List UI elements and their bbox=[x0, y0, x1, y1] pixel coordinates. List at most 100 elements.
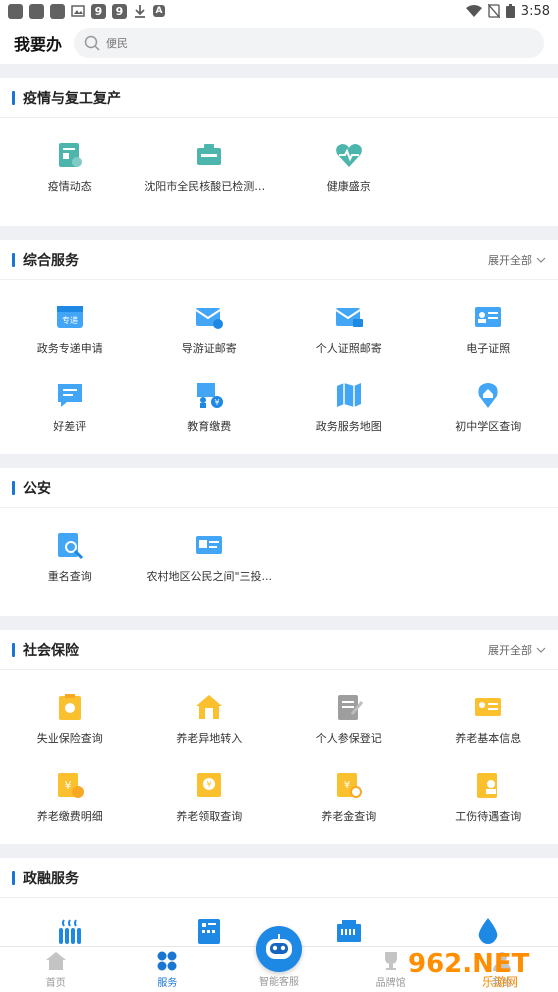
robot-icon bbox=[266, 934, 292, 959]
service-item-pension-info[interactable]: 养老基本信息 bbox=[419, 680, 558, 758]
service-item-education-pay[interactable]: ¥ 教育缴费 bbox=[140, 368, 280, 446]
service-item-insurance-register[interactable]: 个人参保登记 bbox=[279, 680, 419, 758]
personal-mail-icon bbox=[335, 308, 363, 327]
service-item-pension-receive[interactable]: ¥ 养老领取查询 bbox=[140, 758, 280, 836]
a-icon: A bbox=[153, 5, 165, 17]
service-item-nucleic-test[interactable]: 沈阳市全民核酸已检测证... bbox=[140, 128, 280, 206]
svg-text:¥: ¥ bbox=[207, 780, 212, 789]
service-item-guide-mail[interactable]: 导游证邮寄 bbox=[140, 290, 280, 368]
section-header: 社会保险 展开全部 bbox=[0, 630, 558, 670]
app-notification-icon bbox=[8, 3, 23, 19]
download-icon bbox=[135, 5, 145, 18]
svg-text:¥: ¥ bbox=[64, 779, 71, 792]
map-icon bbox=[336, 383, 361, 407]
pension-payment-icon: ¥ bbox=[57, 773, 84, 798]
section-accent-bar bbox=[12, 480, 15, 495]
notification-icons: 9 9 A bbox=[8, 3, 165, 19]
service-item-unemployment[interactable]: 失业保险查询 bbox=[0, 680, 140, 758]
watermark-logo-image: 962.NET 乐游网 bbox=[408, 949, 530, 989]
pension-query-icon: ¥ bbox=[336, 773, 362, 798]
app-notification-icon bbox=[50, 3, 65, 19]
clock: 3:58 bbox=[520, 3, 550, 19]
service-item-review[interactable]: 好差评 bbox=[0, 368, 140, 446]
battery-icon bbox=[505, 4, 515, 18]
location-pin-icon bbox=[478, 383, 498, 408]
svg-text:¥: ¥ bbox=[344, 780, 350, 791]
insurance-register-icon bbox=[337, 695, 363, 720]
wifi-icon bbox=[465, 4, 482, 17]
section-title: 社会保险 bbox=[23, 642, 79, 659]
section-accent-bar bbox=[12, 252, 15, 267]
service-item-water[interactable] bbox=[419, 908, 558, 946]
express-box-icon: 专递 bbox=[56, 306, 83, 328]
trophy-icon bbox=[384, 952, 397, 970]
image-icon bbox=[71, 5, 85, 17]
chevron-down-icon bbox=[536, 647, 546, 653]
section-general-services: 综合服务 展开全部 专递 政务专递申请 导游证邮寄 个人证照邮寄 电子证照 好差… bbox=[0, 240, 558, 454]
service-item-service-map[interactable]: 政务服务地图 bbox=[279, 368, 419, 446]
search-icon bbox=[84, 35, 100, 51]
no-sim-icon bbox=[487, 4, 500, 18]
id-card-icon bbox=[196, 536, 223, 554]
nav-home[interactable]: 首页 bbox=[0, 947, 112, 992]
name-search-icon bbox=[57, 533, 83, 560]
service-item-health[interactable]: 健康盛京 bbox=[279, 128, 419, 206]
app-header: 我要办 bbox=[0, 22, 558, 64]
chevron-down-icon bbox=[536, 257, 546, 263]
svg-text:乐游网: 乐游网 bbox=[482, 975, 518, 989]
services-list[interactable]: 疫情与复工复产 疫情动态 沈阳市全民核酸已检测证... 健康盛京 综合服务 展开… bbox=[0, 64, 558, 946]
section-accent-bar bbox=[12, 90, 15, 105]
number-nine-icon: 9 bbox=[91, 3, 106, 19]
service-item-pension-payment[interactable]: ¥ 养老缴费明细 bbox=[0, 758, 140, 836]
status-bar: 9 9 A 3:58 bbox=[0, 0, 558, 22]
page-title: 我要办 bbox=[14, 35, 63, 54]
service-item-e-license[interactable]: 电子证照 bbox=[419, 290, 558, 368]
service-item-injury-benefit[interactable]: 工伤待遇查询 bbox=[419, 758, 558, 836]
expand-all-button[interactable]: 展开全部 bbox=[488, 252, 546, 268]
section-accent-bar bbox=[12, 870, 15, 885]
section-accent-bar bbox=[12, 642, 15, 657]
pension-info-icon bbox=[475, 698, 502, 716]
phone-bill-icon bbox=[198, 919, 221, 944]
section-header: 政融服务 bbox=[0, 858, 558, 898]
section-header: 疫情与复工复产 bbox=[0, 78, 558, 118]
network-icon bbox=[336, 920, 361, 942]
expand-all-button[interactable]: 展开全部 bbox=[488, 642, 546, 658]
e-license-icon bbox=[475, 307, 502, 327]
unemployment-icon bbox=[58, 694, 81, 720]
service-item-personal-mail[interactable]: 个人证照邮寄 bbox=[279, 290, 419, 368]
service-item-school-district[interactable]: 初中学区查询 bbox=[419, 368, 558, 446]
education-pay-icon: ¥ bbox=[197, 383, 224, 408]
section-epidemic: 疫情与复工复产 疫情动态 沈阳市全民核酸已检测证... 健康盛京 bbox=[0, 78, 558, 226]
section-title: 综合服务 bbox=[23, 252, 79, 269]
health-heart-icon bbox=[335, 144, 362, 167]
system-indicators: 3:58 bbox=[465, 3, 550, 19]
number-nine-icon: 9 bbox=[112, 3, 127, 19]
guide-mail-icon bbox=[195, 308, 224, 329]
section-public-security: 公安 重名查询 农村地区公民之间"三投... bbox=[0, 468, 558, 616]
search-box[interactable] bbox=[74, 28, 544, 58]
watermark-logo: 962.NET 乐游网 bbox=[404, 944, 552, 990]
heating-icon bbox=[58, 919, 81, 944]
service-item-express[interactable]: 专递 政务专递申请 bbox=[0, 290, 140, 368]
section-title: 疫情与复工复产 bbox=[23, 90, 121, 107]
search-input[interactable] bbox=[106, 36, 307, 50]
service-item-epidemic-news[interactable]: 疫情动态 bbox=[0, 128, 140, 206]
grid-icon bbox=[157, 951, 177, 971]
section-header: 综合服务 展开全部 bbox=[0, 240, 558, 280]
nav-services[interactable]: 服务 bbox=[112, 947, 224, 992]
service-item-name-search[interactable]: 重名查询 bbox=[0, 518, 140, 596]
service-item-rural-citizens[interactable]: 农村地区公民之间"三投... bbox=[140, 518, 280, 596]
pension-receive-icon: ¥ bbox=[197, 773, 222, 797]
section-title: 公安 bbox=[23, 480, 51, 497]
svg-text:¥: ¥ bbox=[215, 398, 220, 407]
smart-service-robot-button[interactable] bbox=[256, 926, 302, 972]
service-item-pension-transfer[interactable]: 养老异地转入 bbox=[140, 680, 280, 758]
water-drop-icon bbox=[478, 918, 498, 944]
section-title: 政融服务 bbox=[23, 870, 79, 887]
home-icon bbox=[45, 952, 66, 970]
svg-text:专递: 专递 bbox=[62, 315, 78, 325]
service-item-pension-query[interactable]: ¥ 养老金查询 bbox=[279, 758, 419, 836]
injury-benefit-icon bbox=[477, 773, 498, 798]
service-item-heating[interactable] bbox=[0, 908, 140, 946]
